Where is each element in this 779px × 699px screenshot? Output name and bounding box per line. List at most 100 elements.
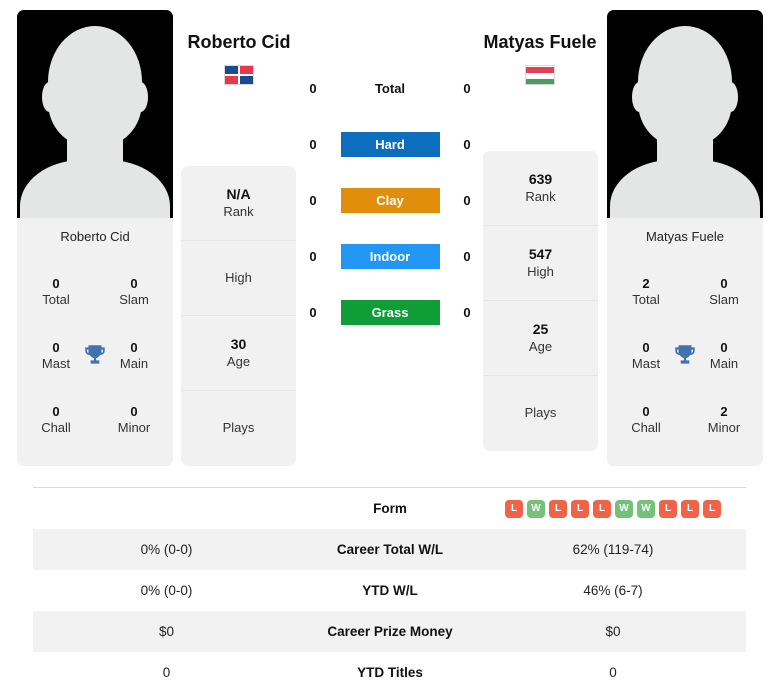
form-badge-l: L xyxy=(549,499,567,518)
table-row: 0 YTD Titles 0 xyxy=(33,652,746,693)
dominican-republic-flag-icon xyxy=(224,65,254,85)
surface-label-clay[interactable]: Clay xyxy=(340,187,440,213)
career-stats-table: Form LWLLLWWLLL 0% (0-0) Career Total W/… xyxy=(33,488,746,693)
left-age-box: 30 Age xyxy=(181,316,296,391)
left-player-profile-stack: N/A Rank High 30 Age Plays xyxy=(181,166,296,466)
left-rank-box: N/A Rank xyxy=(181,166,296,241)
high-label: High xyxy=(527,263,554,279)
title-label: Chall xyxy=(41,420,71,435)
surface-row-hard: 0 Hard 0 xyxy=(300,116,480,172)
surface-label-grass[interactable]: Grass xyxy=(340,299,440,325)
right-plays-box: Plays xyxy=(483,376,598,451)
comparison-header-area: Roberto Cid 0 Total 0 Slam 0 Mast 0 Main… xyxy=(0,0,779,470)
title-label: Slam xyxy=(709,292,739,307)
right-player-photo-caption: Matyas Fuele xyxy=(607,218,763,256)
row-left-value: 0% (0-0) xyxy=(140,542,193,557)
avatar-shoulders xyxy=(20,160,170,218)
avatar-shoulders xyxy=(610,160,760,218)
title-value: 2 xyxy=(642,275,650,291)
avatar-ear-right xyxy=(723,82,738,112)
left-player-name[interactable]: Roberto Cid xyxy=(174,32,304,53)
title-value: 2 xyxy=(720,403,728,419)
row-label: Career Total W/L xyxy=(336,542,444,557)
surface-row-clay: 0 Clay 0 xyxy=(300,172,480,228)
avatar-ear-left xyxy=(42,82,57,112)
row-left-value: 0 xyxy=(162,665,171,680)
left-player-card[interactable]: Roberto Cid 0 Total 0 Slam 0 Mast 0 Main… xyxy=(17,10,173,466)
row-right-value: 0 xyxy=(609,665,617,680)
right-player-card[interactable]: Matyas Fuele 2 Total 0 Slam 0 Mast 0 Mai… xyxy=(607,10,763,466)
right-player-name[interactable]: Matyas Fuele xyxy=(475,32,605,53)
title-value: 0 xyxy=(720,275,728,291)
surface-right-score: 0 xyxy=(463,248,471,264)
row-left-value: $0 xyxy=(158,624,175,639)
age-label: Age xyxy=(226,353,251,369)
age-value: 30 xyxy=(230,336,247,353)
plays-label: Plays xyxy=(222,420,255,436)
rank-value: N/A xyxy=(226,186,251,203)
age-value: 25 xyxy=(532,321,549,338)
title-value: 0 xyxy=(52,403,60,419)
title-value: 0 xyxy=(52,275,60,291)
left-player-photo-caption: Roberto Cid xyxy=(17,218,173,256)
right-player-profile-stack: 639 Rank 547 High 25 Age Plays xyxy=(483,151,598,451)
rank-label: Rank xyxy=(223,203,254,219)
title-value: 0 xyxy=(130,275,138,291)
surface-label-hard[interactable]: Hard xyxy=(340,131,440,157)
row-left-value xyxy=(33,488,300,529)
title-label: Slam xyxy=(119,292,149,307)
right-rank-box: 639 Rank xyxy=(483,151,598,226)
surface-left-score: 0 xyxy=(309,80,317,96)
avatar-ear-right xyxy=(133,82,148,112)
row-right-value: 62% (119-74) xyxy=(572,542,654,557)
right-player-titles-tally: 2 Total 0 Slam 0 Mast 0 Main 0 Chall 2 M… xyxy=(607,256,763,466)
title-stat-total: 0 Total xyxy=(17,276,95,309)
left-player-header: Roberto Cid xyxy=(174,32,304,85)
surface-right-score: 0 xyxy=(463,80,471,96)
rank-value: 639 xyxy=(528,171,553,188)
surface-row-grass: 0 Grass 0 xyxy=(300,284,480,340)
titles-row: 0 Chall 0 Minor xyxy=(17,388,173,452)
row-label: Form xyxy=(373,501,407,516)
titles-row: 0 Mast 0 Main xyxy=(607,324,763,388)
form-badge-l: L xyxy=(703,499,721,518)
hungary-flag-icon xyxy=(525,65,555,85)
title-stat-total: 2 Total xyxy=(607,276,685,309)
table-row: 0% (0-0) Career Total W/L 62% (119-74) xyxy=(33,529,746,570)
table-row: $0 Career Prize Money $0 xyxy=(33,611,746,652)
row-label: Career Prize Money xyxy=(327,624,453,639)
row-right-value: 46% (6-7) xyxy=(583,583,643,598)
title-stat-chall: 0 Chall xyxy=(607,404,685,437)
row-right-value: LWLLLWWLLL xyxy=(480,488,746,529)
surface-label-indoor[interactable]: Indoor xyxy=(340,243,440,269)
title-value: 0 xyxy=(130,403,138,419)
surface-right-score: 0 xyxy=(463,192,471,208)
surface-left-score: 0 xyxy=(309,304,317,320)
row-label: YTD W/L xyxy=(362,583,418,598)
titles-row: 0 Chall 2 Minor xyxy=(607,388,763,452)
form-badge-w: W xyxy=(637,499,655,518)
surface-label-total[interactable]: Total xyxy=(341,76,440,101)
trophy-icon xyxy=(675,345,695,364)
surface-right-score: 0 xyxy=(463,136,471,152)
table-row: Form LWLLLWWLLL xyxy=(33,488,746,529)
title-stat-minor: 0 Minor xyxy=(95,404,173,437)
surface-row-indoor: 0 Indoor 0 xyxy=(300,228,480,284)
right-form-badges: LWLLLWWLLL xyxy=(480,499,746,518)
surface-comparison-list: 0 Total 0 0 Hard 0 0 Clay 0 0 Indoor 0 0 xyxy=(300,60,480,340)
form-badge-l: L xyxy=(571,499,589,518)
form-badge-l: L xyxy=(505,499,523,518)
right-player-column: Matyas Fuele 2 Total 0 Slam 0 Mast 0 Mai… xyxy=(607,10,763,466)
title-value: 0 xyxy=(642,403,650,419)
left-player-photo xyxy=(17,10,173,218)
surface-row-total: 0 Total 0 xyxy=(300,60,480,116)
left-player-column: Roberto Cid 0 Total 0 Slam 0 Mast 0 Main… xyxy=(17,10,173,466)
left-high-box: High xyxy=(181,241,296,316)
form-badge-l: L xyxy=(681,499,699,518)
title-stat-slam: 0 Slam xyxy=(95,276,173,309)
right-high-box: 547 High xyxy=(483,226,598,301)
title-label: Chall xyxy=(631,420,661,435)
title-label: Minor xyxy=(117,420,151,435)
titles-row: 2 Total 0 Slam xyxy=(607,260,763,324)
row-label: YTD Titles xyxy=(357,665,423,680)
